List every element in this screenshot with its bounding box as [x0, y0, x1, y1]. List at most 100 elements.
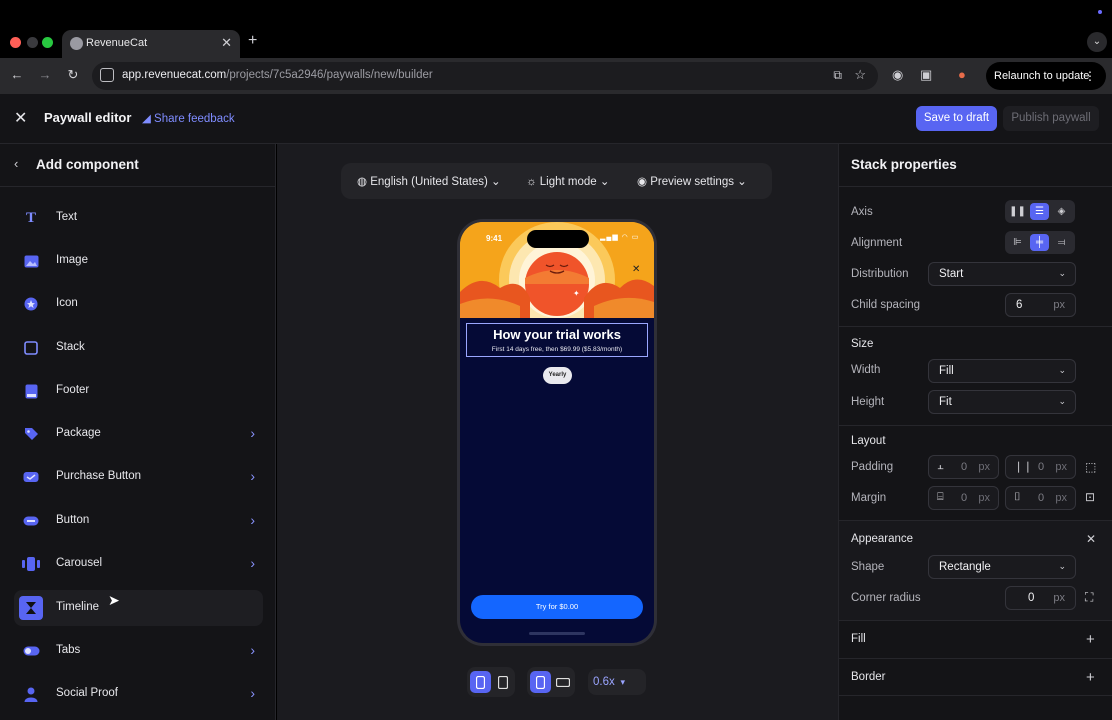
back-icon[interactable]: ← [8, 67, 26, 82]
vertical-margin-icon: ⌸ [937, 491, 944, 503]
component-tabs[interactable]: Tabs › [14, 633, 263, 669]
portrait-icon[interactable] [530, 671, 551, 693]
component-social-proof[interactable]: Social Proof › [14, 676, 263, 712]
vertical-padding-icon: ⫠ [937, 460, 944, 472]
close-tab-icon[interactable]: ✕ [221, 35, 232, 51]
bookmark-star-icon[interactable]: ☆ [854, 67, 866, 83]
component-button[interactable]: Button › [14, 503, 263, 539]
vertical-axis-icon[interactable]: ☰ [1030, 203, 1049, 220]
close-icon[interactable]: ✕ [1086, 532, 1096, 546]
minimize-window-button[interactable] [27, 37, 38, 48]
chevron-down-icon: ⌄ [1058, 396, 1066, 406]
component-timeline[interactable]: Timeline [14, 590, 263, 626]
child-spacing-input[interactable]: 6 px [1005, 293, 1076, 317]
chevron-down-icon: ⌄ [1058, 365, 1066, 375]
corner-radius-input[interactable]: 0 px [1005, 586, 1076, 610]
width-select[interactable]: Fill ⌄ [928, 359, 1076, 383]
align-end-icon[interactable]: ⫤ [1052, 234, 1071, 251]
save-to-draft-button[interactable]: Save to draft [916, 106, 997, 131]
chevron-right-icon: › [250, 685, 255, 701]
size-section-title: Size [851, 338, 874, 350]
toggle-icon [22, 642, 40, 660]
browser-tab[interactable]: RevenueCat ✕ [62, 30, 240, 58]
component-label: Button [56, 514, 90, 526]
puzzle-icon[interactable]: ▣ [920, 67, 932, 83]
horizontal-axis-icon[interactable]: ❚❚ [1008, 203, 1027, 220]
close-window-button[interactable] [10, 37, 21, 48]
tab-search-button[interactable]: ⌄ [1087, 32, 1107, 52]
url-text: app.revenuecat.com/projects/7c5a2946/pay… [122, 69, 433, 81]
shape-select[interactable]: Rectangle ⌄ [928, 555, 1076, 579]
margin-horizontal-input[interactable]: ⌷ 0 px [1005, 486, 1076, 510]
component-package[interactable]: Package › [14, 416, 263, 452]
align-start-icon[interactable]: ⊫ [1008, 234, 1027, 251]
expand-corners-icon[interactable]: ⛶ [1085, 590, 1093, 605]
component-purchase-button[interactable]: Purchase Button › [14, 459, 263, 495]
forward-icon[interactable]: → [36, 67, 54, 82]
component-icon[interactable]: Icon [14, 286, 263, 322]
layout-section-title: Layout [851, 435, 886, 447]
reload-icon[interactable]: ↻ [64, 67, 82, 83]
divider [839, 620, 1112, 621]
editor-header: ✕ Paywall editor ◢ Share feedback Save t… [0, 94, 1112, 144]
trial-subtitle: First 14 days free, then $69.99 ($5.83/m… [491, 346, 623, 353]
margin-vertical-input[interactable]: ⌸ 0 px [928, 486, 999, 510]
expand-padding-icon[interactable]: ⬚ [1085, 460, 1096, 474]
site-settings-icon[interactable] [100, 68, 114, 82]
component-text[interactable]: T Text [14, 200, 263, 236]
new-tab-button[interactable]: + [248, 32, 257, 50]
panel-title: Add component [36, 157, 139, 172]
tablet-device-icon[interactable] [492, 671, 513, 693]
horizontal-padding-icon: ❘❘ [1014, 461, 1033, 473]
padding-vertical-input[interactable]: ⫠ 0 px [928, 455, 999, 479]
close-editor-icon[interactable]: ✕ [14, 108, 27, 128]
tab-title: RevenueCat [86, 37, 148, 49]
extension-icon[interactable]: ◉ [892, 67, 903, 83]
phone-device-icon[interactable] [470, 671, 491, 693]
component-stack[interactable]: Stack [14, 330, 263, 366]
address-bar[interactable]: app.revenuecat.com/projects/7c5a2946/pay… [92, 62, 878, 90]
close-icon[interactable]: ✕ [632, 264, 640, 275]
preview-canvas: ◍ English (United States) ⌄ ☼ Light mode… [277, 144, 838, 720]
more-menu-icon[interactable]: ⋮ [1084, 62, 1096, 90]
purchase-button-icon [22, 468, 40, 486]
cast-icon[interactable]: ⧉ [833, 68, 842, 83]
stack-icon [22, 339, 40, 357]
purchase-cta-button[interactable]: Try for $0.00 [471, 595, 643, 619]
padding-horizontal-input[interactable]: ❘❘ 0 px [1005, 455, 1076, 479]
unit-label: px [1055, 461, 1067, 473]
image-icon [22, 252, 40, 270]
button-icon [22, 512, 40, 530]
hourglass-icon [19, 596, 43, 620]
component-label: Purchase Button [56, 470, 142, 482]
align-center-icon[interactable]: ╪ [1030, 234, 1049, 251]
phone-screen[interactable]: ✦ 9:41 ▂▄▆ ◠ ▭ ✕ How your trial works Fi… [460, 222, 654, 643]
profile-avatar[interactable]: ● [958, 67, 966, 82]
component-carousel[interactable]: Carousel › [14, 546, 263, 582]
landscape-icon[interactable] [552, 671, 573, 693]
publish-paywall-button[interactable]: Publish paywall [1003, 106, 1099, 131]
z-axis-icon[interactable]: ◈ [1052, 203, 1071, 220]
height-select[interactable]: Fit ⌄ [928, 390, 1076, 414]
chevron-right-icon: › [250, 642, 255, 658]
preview-settings-select[interactable]: ◉ Preview settings ⌄ [637, 174, 747, 188]
mode-select[interactable]: ☼ Light mode ⌄ [526, 174, 610, 188]
zoom-select[interactable]: 0.6x ▾ [588, 669, 646, 695]
add-fill-icon[interactable]: + [1086, 631, 1095, 648]
maximize-window-button[interactable] [42, 37, 53, 48]
relaunch-button[interactable]: Relaunch to update ⋮ [986, 62, 1106, 90]
expand-margin-icon[interactable]: ⊡ [1085, 490, 1095, 504]
chevron-down-icon: ⌄ [1058, 561, 1066, 571]
add-border-icon[interactable]: + [1086, 669, 1095, 686]
divider [839, 425, 1112, 426]
component-image[interactable]: Image [14, 243, 263, 279]
distribution-select[interactable]: Start ⌄ [928, 262, 1076, 286]
yearly-package-badge[interactable]: Yearly [543, 367, 572, 384]
footer-icon [22, 382, 40, 400]
language-select[interactable]: ◍ English (United States) ⌄ [357, 174, 501, 188]
share-feedback-link[interactable]: ◢ Share feedback [142, 111, 235, 125]
trial-text-block[interactable]: How your trial works First 14 days free,… [466, 323, 648, 357]
globe-icon [70, 37, 83, 50]
chevron-left-icon[interactable]: ‹ [14, 156, 18, 171]
component-footer[interactable]: Footer [14, 373, 263, 409]
